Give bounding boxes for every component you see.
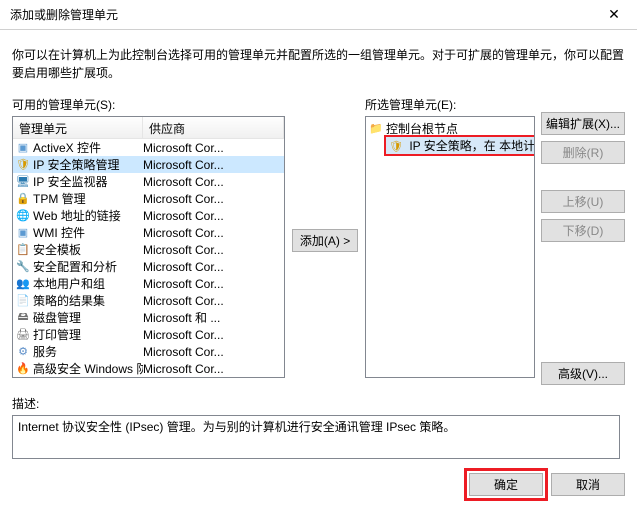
tree-child-highlight: 🛡 IP 安全策略，在 本地计算机	[386, 137, 535, 155]
list-item[interactable]: ⚙服务Microsoft Cor...	[13, 343, 284, 360]
middle-pane: 添加(A) >	[291, 96, 359, 385]
edit-extensions-button[interactable]: 编辑扩展(X)...	[541, 112, 625, 135]
item-vendor: Microsoft Cor...	[143, 277, 284, 291]
item-name: WMI 控件	[33, 224, 143, 241]
item-name: IP 安全监视器	[33, 173, 143, 190]
list-item[interactable]: 📄策略的结果集Microsoft Cor...	[13, 292, 284, 309]
item-name: 安全配置和分析	[33, 258, 143, 275]
tree-root-label: 控制台根节点	[386, 120, 458, 137]
template-icon: 📋	[15, 242, 31, 258]
description-box: Internet 协议安全性 (IPsec) 管理。为与别的计算机进行安全通讯管…	[12, 415, 620, 459]
item-vendor: Microsoft Cor...	[143, 362, 284, 376]
col-header-vendor[interactable]: 供应商	[143, 117, 284, 138]
monitor-icon: 🖥	[15, 174, 31, 190]
item-vendor: Microsoft Cor...	[143, 328, 284, 342]
list-item[interactable]: 🛡IP 安全策略管理Microsoft Cor...	[13, 156, 284, 173]
item-vendor: Microsoft Cor...	[143, 141, 284, 155]
item-name: 打印管理	[33, 326, 143, 343]
selected-label: 所选管理单元(E):	[365, 96, 535, 113]
selected-pane: 所选管理单元(E): 📁 控制台根节点 🛡 IP 安全策略，在 本地计算机	[365, 96, 535, 385]
list-item[interactable]: ▣WMI 控件Microsoft Cor...	[13, 224, 284, 241]
available-label: 可用的管理单元(S):	[12, 96, 285, 113]
close-icon: ✕	[608, 6, 620, 23]
list-item[interactable]: 🖨打印管理Microsoft Cor...	[13, 326, 284, 343]
item-vendor: Microsoft Cor...	[143, 345, 284, 359]
tree-child-label: IP 安全策略，在 本地计算机	[409, 139, 535, 153]
item-vendor: Microsoft Cor...	[143, 192, 284, 206]
item-name: 高级安全 Windows 防...	[33, 360, 143, 377]
titlebar: 添加或删除管理单元 ✕	[0, 0, 637, 30]
item-vendor: Microsoft Cor...	[143, 226, 284, 240]
advanced-button[interactable]: 高级(V)...	[541, 362, 625, 385]
available-list-body[interactable]: ▣ActiveX 控件Microsoft Cor...🛡IP 安全策略管理Mic…	[13, 139, 284, 377]
web-icon: 🌐	[15, 208, 31, 224]
list-item[interactable]: 🖴磁盘管理Microsoft 和 ...	[13, 309, 284, 326]
list-item[interactable]: 🔧安全配置和分析Microsoft Cor...	[13, 258, 284, 275]
cancel-button[interactable]: 取消	[551, 473, 625, 496]
move-up-button[interactable]: 上移(U)	[541, 190, 625, 213]
item-vendor: Microsoft Cor...	[143, 209, 284, 223]
instruction-text: 你可以在计算机上为此控制台选择可用的管理单元并配置所选的一组管理单元。对于可扩展…	[12, 46, 625, 82]
add-button[interactable]: 添加(A) >	[292, 229, 358, 252]
description-label: 描述:	[12, 395, 625, 412]
item-name: 磁盘管理	[33, 309, 143, 326]
side-button-column: 编辑扩展(X)... 删除(R) 上移(U) 下移(D) 高级(V)...	[541, 96, 625, 385]
console-root-icon: 📁	[368, 121, 384, 137]
footer: 确定 取消	[0, 459, 637, 506]
list-item[interactable]: 🌐Web 地址的链接Microsoft Cor...	[13, 207, 284, 224]
remove-button[interactable]: 删除(R)	[541, 141, 625, 164]
tree-root-node[interactable]: 📁 控制台根节点	[368, 120, 532, 137]
move-down-button[interactable]: 下移(D)	[541, 219, 625, 242]
tree-child-node[interactable]: 🛡 IP 安全策略，在 本地计算机	[386, 137, 532, 154]
item-name: Web 地址的链接	[33, 207, 143, 224]
list-header: 管理单元 供应商	[13, 117, 284, 139]
users-icon: 👥	[15, 276, 31, 292]
item-vendor: Microsoft Cor...	[143, 158, 284, 172]
list-item[interactable]: 🔒TPM 管理Microsoft Cor...	[13, 190, 284, 207]
selected-tree[interactable]: 📁 控制台根节点 🛡 IP 安全策略，在 本地计算机	[365, 116, 535, 378]
item-name: 本地用户和组	[33, 275, 143, 292]
main-row: 可用的管理单元(S): 管理单元 供应商 ▣ActiveX 控件Microsof…	[12, 96, 625, 385]
wmi-icon: ▣	[15, 225, 31, 241]
item-vendor: Microsoft Cor...	[143, 175, 284, 189]
firewall-icon: 🔥	[15, 361, 31, 377]
item-name: 安全模板	[33, 241, 143, 258]
item-vendor: Microsoft Cor...	[143, 294, 284, 308]
item-vendor: Microsoft 和 ...	[143, 309, 284, 326]
results-icon: 📄	[15, 293, 31, 309]
available-listbox[interactable]: 管理单元 供应商 ▣ActiveX 控件Microsoft Cor...🛡IP …	[12, 116, 285, 378]
item-name: 策略的结果集	[33, 292, 143, 309]
shield-icon: 🛡	[15, 157, 31, 173]
item-name: TPM 管理	[33, 190, 143, 207]
window-title: 添加或删除管理单元	[10, 6, 118, 23]
secconf-icon: 🔧	[15, 259, 31, 275]
dialog-content: 你可以在计算机上为此控制台选择可用的管理单元并配置所选的一组管理单元。对于可扩展…	[0, 30, 637, 459]
list-item[interactable]: 🖥IP 安全监视器Microsoft Cor...	[13, 173, 284, 190]
close-button[interactable]: ✕	[591, 0, 637, 30]
list-item[interactable]: 📋安全模板Microsoft Cor...	[13, 241, 284, 258]
item-name: 服务	[33, 343, 143, 360]
disk-icon: 🖴	[15, 310, 31, 326]
item-name: ActiveX 控件	[33, 139, 143, 156]
shield-icon: 🛡	[388, 138, 404, 154]
item-vendor: Microsoft Cor...	[143, 260, 284, 274]
service-icon: ⚙	[15, 344, 31, 360]
list-item[interactable]: 👥本地用户和组Microsoft Cor...	[13, 275, 284, 292]
ok-button[interactable]: 确定	[469, 473, 543, 496]
list-item[interactable]: 🔥高级安全 Windows 防...Microsoft Cor...	[13, 360, 284, 377]
item-vendor: Microsoft Cor...	[143, 243, 284, 257]
tpm-icon: 🔒	[15, 191, 31, 207]
description-section: 描述: Internet 协议安全性 (IPsec) 管理。为与别的计算机进行安…	[12, 395, 625, 459]
print-icon: 🖨	[15, 327, 31, 343]
item-name: IP 安全策略管理	[33, 156, 143, 173]
col-header-name[interactable]: 管理单元	[13, 117, 143, 138]
available-pane: 可用的管理单元(S): 管理单元 供应商 ▣ActiveX 控件Microsof…	[12, 96, 285, 385]
activex-icon: ▣	[15, 140, 31, 156]
list-item[interactable]: ▣ActiveX 控件Microsoft Cor...	[13, 139, 284, 156]
